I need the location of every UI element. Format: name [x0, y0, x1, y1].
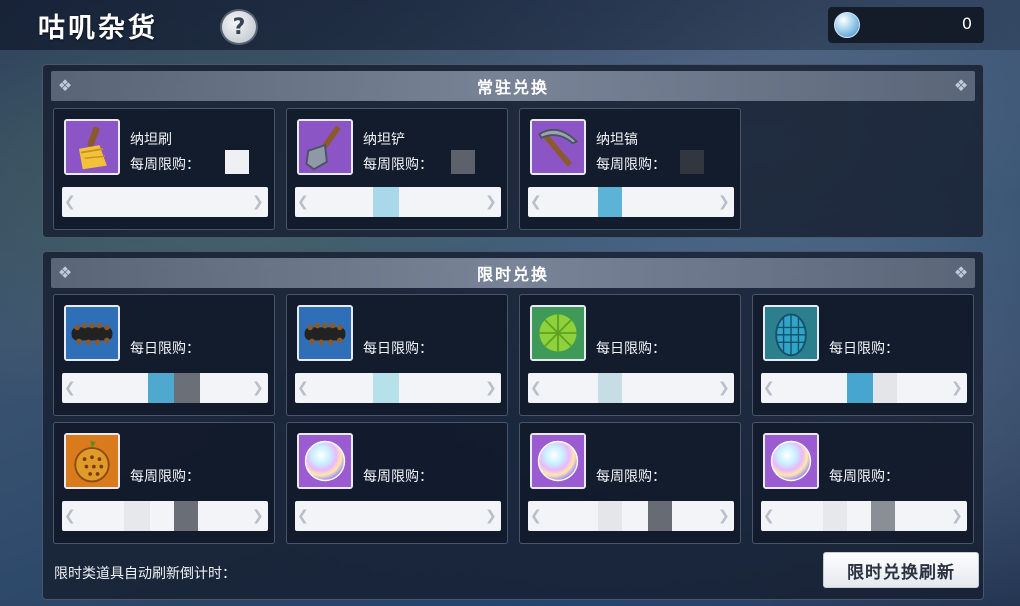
chevron-right-icon: ❯: [951, 380, 963, 396]
price-bar[interactable]: ❮ ❯: [528, 373, 734, 403]
price-bar[interactable]: ❮ ❯: [295, 187, 501, 217]
chevron-right-icon: ❯: [718, 508, 730, 524]
permanent-exchange-panel: ❖ 常驻兑换 ❖ 纳坦刷 每周限购： ❮ ❯ 纳坦铲 每周限购： ❮ ❯ 纳坦镐…: [42, 64, 984, 238]
currency-value: 0: [961, 14, 972, 33]
limit-label: 每周限购：: [363, 469, 433, 485]
limit-label: 每周限购：: [130, 469, 200, 485]
shop-title: 咕叽杂货: [38, 13, 158, 44]
chevron-right-icon: ❯: [252, 194, 264, 210]
limit-label: 每日限购：: [363, 341, 433, 357]
price-bar[interactable]: ❮ ❯: [528, 187, 734, 217]
shop-item-card[interactable]: 纳坦镐 每周限购： ❮ ❯: [519, 108, 741, 230]
question-icon: ?: [232, 14, 246, 40]
limit-label: 每日限购：: [829, 341, 899, 357]
chevron-right-icon: ❯: [252, 508, 264, 524]
spiked-log-icon: [297, 305, 353, 361]
item-name: 纳坦镐: [596, 132, 638, 148]
rainbow-orb-icon: [297, 433, 353, 489]
limit-count-blurred: [451, 150, 475, 174]
price-bar[interactable]: ❮ ❯: [62, 187, 268, 217]
shop-item-card[interactable]: 每日限购： ❮ ❯: [286, 294, 508, 416]
refresh-countdown-label: 限时类道具自动刷新倒计时：: [54, 566, 236, 582]
chevron-right-icon: ❯: [485, 508, 497, 524]
chevron-left-icon: ❮: [530, 380, 542, 396]
limit-label: 每周限购：: [829, 469, 899, 485]
shop-item-card[interactable]: 每周限购： ❮ ❯: [752, 422, 974, 544]
limited-refresh-button[interactable]: 限时兑换刷新: [823, 552, 979, 588]
shop-item-card[interactable]: 每日限购： ❮ ❯: [53, 294, 275, 416]
price-bar[interactable]: ❮ ❯: [761, 501, 967, 531]
limit-label: 每日限购：: [596, 341, 666, 357]
shop-item-card[interactable]: 每日限购： ❮ ❯: [519, 294, 741, 416]
shop-item-card[interactable]: 每周限购： ❮ ❯: [286, 422, 508, 544]
crystal-orb-icon: [834, 12, 860, 38]
chevron-right-icon: ❯: [485, 194, 497, 210]
chevron-right-icon: ❯: [718, 194, 730, 210]
limit-label: 每日限购：: [130, 341, 200, 357]
shop-item-card[interactable]: 纳坦铲 每周限购： ❮ ❯: [286, 108, 508, 230]
chevron-left-icon: ❮: [530, 194, 542, 210]
price-bar[interactable]: ❮ ❯: [295, 501, 501, 531]
chevron-right-icon: ❯: [485, 380, 497, 396]
chevron-right-icon: ❯: [718, 380, 730, 396]
currency-display: 0: [828, 7, 984, 43]
limit-count-blurred: [225, 150, 249, 174]
limit-label: 每周限购：: [596, 469, 666, 485]
shop-item-card[interactable]: 纳坦刷 每周限购： ❮ ❯: [53, 108, 275, 230]
green-leaf-ball-icon: [530, 305, 586, 361]
chevron-left-icon: ❮: [297, 380, 309, 396]
chevron-right-icon: ❯: [951, 508, 963, 524]
shop-item-card[interactable]: 每周限购： ❮ ❯: [519, 422, 741, 544]
chevron-left-icon: ❮: [64, 508, 76, 524]
pickaxe-icon: [530, 119, 586, 175]
item-name: 纳坦刷: [130, 132, 172, 148]
limited-exchange-title: 限时兑换: [476, 265, 549, 284]
limit-label: 每周限购：: [596, 157, 666, 173]
chevron-left-icon: ❮: [763, 508, 775, 524]
chevron-left-icon: ❮: [297, 194, 309, 210]
ornament-left-icon: ❖: [57, 263, 73, 282]
chevron-left-icon: ❮: [763, 380, 775, 396]
ornament-right-icon: ❖: [953, 263, 969, 282]
ornament-right-icon: ❖: [953, 76, 969, 95]
chevron-left-icon: ❮: [64, 380, 76, 396]
price-bar[interactable]: ❮ ❯: [62, 373, 268, 403]
brush-icon: [64, 119, 120, 175]
chevron-right-icon: ❯: [252, 380, 264, 396]
ornament-left-icon: ❖: [57, 76, 73, 95]
chevron-left-icon: ❮: [64, 194, 76, 210]
limited-exchange-panel: ❖ 限时兑换 ❖ 每日限购： ❮ ❯ 每日限购： ❮ ❯ 每日限购： ❮ ❯ 每…: [42, 251, 984, 600]
chevron-left-icon: ❮: [530, 508, 542, 524]
limit-label: 每周限购：: [363, 157, 433, 173]
price-bar[interactable]: ❮ ❯: [761, 373, 967, 403]
limit-count-blurred: [680, 150, 704, 174]
blue-scale-egg-icon: [763, 305, 819, 361]
rainbow-orb-icon: [530, 433, 586, 489]
permanent-exchange-header: ❖ 常驻兑换 ❖: [51, 71, 975, 101]
help-button[interactable]: ?: [220, 9, 258, 45]
chevron-left-icon: ❮: [297, 508, 309, 524]
rainbow-orb-icon: [763, 433, 819, 489]
price-bar[interactable]: ❮ ❯: [528, 501, 734, 531]
price-bar[interactable]: ❮ ❯: [295, 373, 501, 403]
shop-item-card[interactable]: 每日限购： ❮ ❯: [752, 294, 974, 416]
item-name: 纳坦铲: [363, 132, 405, 148]
orange-fruit-icon: [64, 433, 120, 489]
limit-label: 每周限购：: [130, 157, 200, 173]
spiked-log-icon: [64, 305, 120, 361]
permanent-exchange-title: 常驻兑换: [476, 78, 549, 97]
shop-item-card[interactable]: 每周限购： ❮ ❯: [53, 422, 275, 544]
shovel-icon: [297, 119, 353, 175]
price-bar[interactable]: ❮ ❯: [62, 501, 268, 531]
limited-exchange-header: ❖ 限时兑换 ❖: [51, 258, 975, 288]
